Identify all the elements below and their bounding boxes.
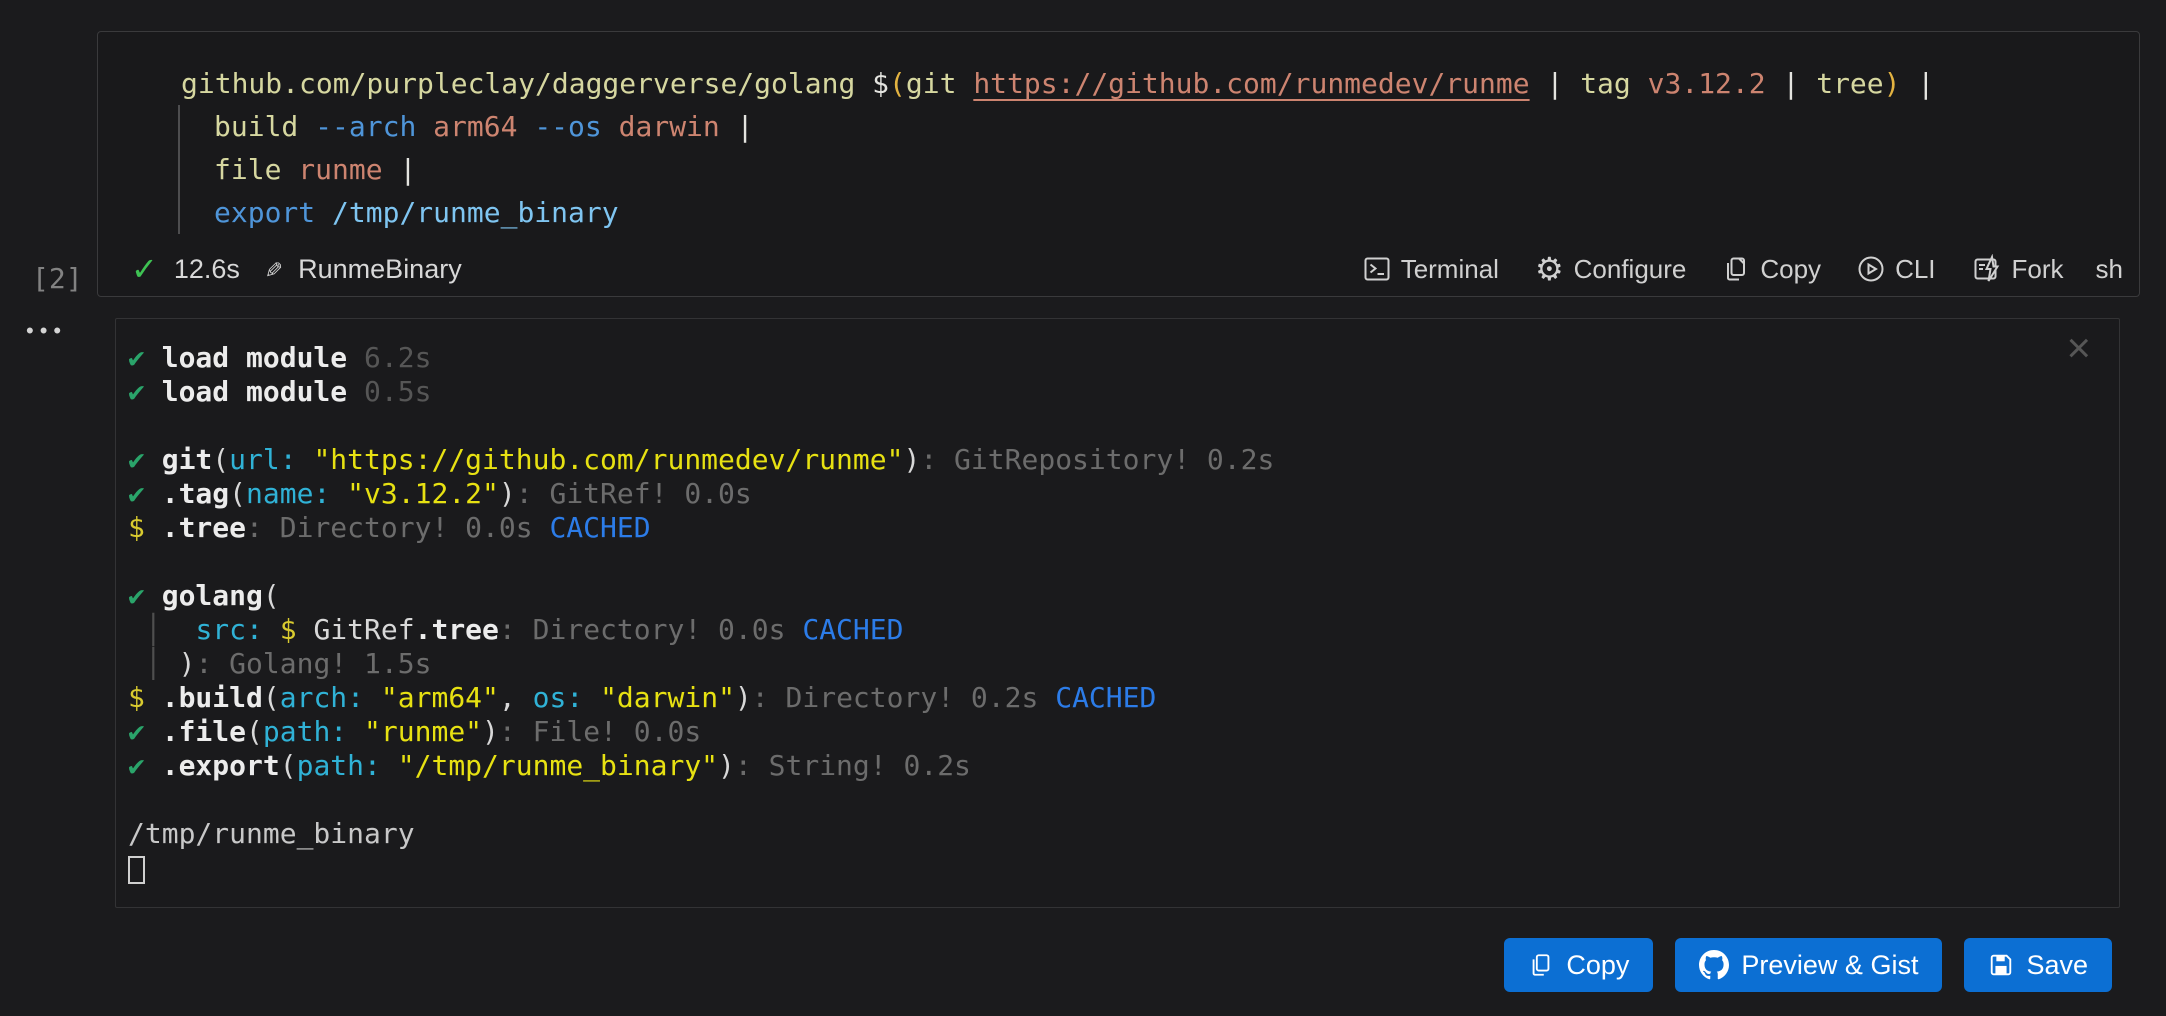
runme-notebook-page: { "colors": { "accent_button_blue": "#0c… (0, 0, 2166, 1016)
save-floppy-icon (1988, 952, 2014, 978)
language-indicator: sh (2096, 254, 2123, 285)
configure-label: Configure (1574, 254, 1687, 285)
code-cell[interactable]: github.com/purpleclay/daggerverse/golang… (97, 31, 2140, 297)
copy-cell-label: Copy (1760, 254, 1821, 285)
cell-status-bar: ✓ 12.6s ✎ RunmeBinary Terminal ⚙ Configu… (98, 246, 2139, 296)
fork-button[interactable]: Fork (1972, 254, 2064, 285)
output-terminal-text[interactable]: ✔ load module 6.2s✔ load module 0.5s ✔ g… (128, 341, 1274, 885)
fork-label: Fork (2012, 254, 2064, 285)
copy-icon (1528, 952, 1554, 978)
more-actions-icon[interactable]: ••• (26, 318, 67, 344)
edit-pencil-icon[interactable]: ✎ (266, 254, 282, 285)
copy-cell-button[interactable]: Copy (1722, 254, 1821, 285)
terminal-label: Terminal (1401, 254, 1499, 285)
cell-status-left: ✓ 12.6s ✎ RunmeBinary (131, 253, 462, 285)
execution-count: [2] (32, 262, 83, 295)
cell-name-label[interactable]: RunmeBinary (298, 254, 462, 285)
cli-button[interactable]: CLI (1857, 254, 1935, 285)
fork-lightning-icon (1972, 254, 2002, 284)
output-footer-actions: Copy Preview & Gist Save (1504, 938, 2112, 992)
cli-play-icon (1857, 255, 1885, 283)
copy-output-label: Copy (1566, 950, 1629, 981)
copy-output-button[interactable]: Copy (1504, 938, 1653, 992)
gear-icon: ⚙ (1535, 253, 1564, 285)
configure-button[interactable]: ⚙ Configure (1535, 253, 1686, 285)
save-button[interactable]: Save (1964, 938, 2112, 992)
close-output-icon[interactable]: × (2066, 327, 2091, 369)
terminal-button[interactable]: Terminal (1363, 254, 1499, 285)
success-check-icon: ✓ (131, 253, 158, 285)
execution-duration: 12.6s (174, 254, 240, 285)
cli-label: CLI (1895, 254, 1935, 285)
code-editor[interactable]: github.com/purpleclay/daggerverse/golang… (181, 62, 1934, 234)
save-label: Save (2026, 950, 2088, 981)
preview-gist-label: Preview & Gist (1741, 950, 1918, 981)
cell-output-panel: × ✔ load module 6.2s✔ load module 0.5s ✔… (115, 318, 2120, 908)
preview-gist-button[interactable]: Preview & Gist (1675, 938, 1942, 992)
terminal-icon (1363, 255, 1391, 283)
copy-icon (1722, 255, 1750, 283)
github-icon (1699, 950, 1729, 980)
cell-actions: Terminal ⚙ Configure Copy (1363, 253, 2064, 285)
